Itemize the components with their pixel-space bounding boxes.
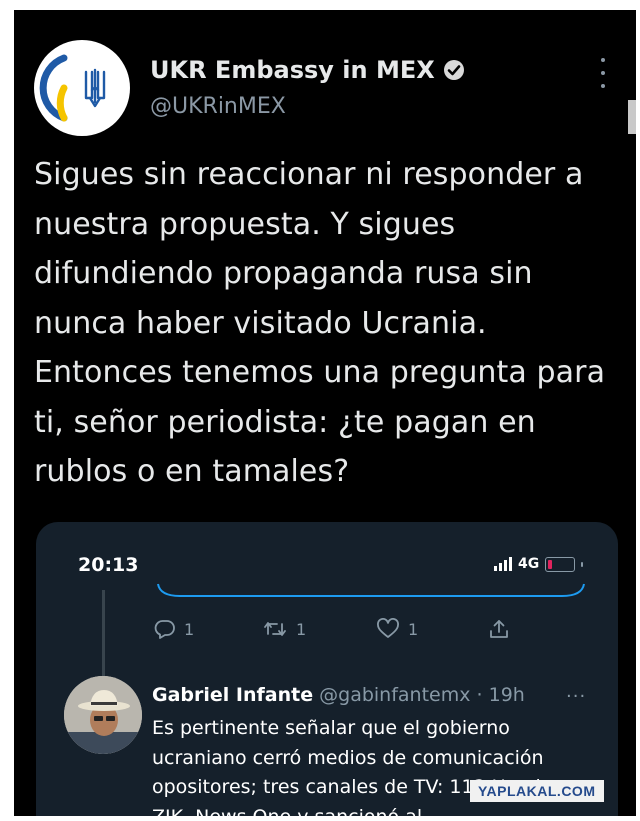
action-bar: 1 1 1 xyxy=(154,618,514,648)
share-icon xyxy=(490,620,508,638)
embedded-screenshot[interactable]: 20:13 4G 1 1 1 Gabriel Infante @gabinfan… xyxy=(36,522,618,816)
account-handle[interactable]: @UKRinMEX xyxy=(150,94,286,119)
display-name-row[interactable]: UKR Embassy in MEX xyxy=(150,56,465,84)
battery-icon xyxy=(545,556,576,572)
signal-icon xyxy=(494,557,512,571)
like-action[interactable]: 1 xyxy=(376,618,418,640)
verified-badge-icon xyxy=(443,60,464,80)
thread-line xyxy=(102,590,105,678)
status-time: 20:13 xyxy=(78,554,139,576)
site-watermark: YAPLAKAL.COM xyxy=(470,780,604,802)
ukraine-emblem-icon xyxy=(39,54,106,122)
retweet-count: 1 xyxy=(296,619,307,639)
status-indicators: 4G xyxy=(494,556,584,572)
tweet-screenshot-frame: UKR Embassy in MEX @UKRinMEX Sigues sin … xyxy=(14,10,636,816)
account-avatar[interactable] xyxy=(34,40,130,136)
tweet-text: Sigues sin reaccionar ni responder a nue… xyxy=(34,157,606,489)
retweet-action[interactable]: 1 xyxy=(262,618,306,640)
network-type: 4G xyxy=(518,556,540,572)
like-count: 1 xyxy=(408,619,419,639)
reply-author-avatar[interactable] xyxy=(64,676,142,754)
reply-author-meta: @gabinfantemx · 19h xyxy=(319,684,525,706)
reply-more-icon[interactable]: ··· xyxy=(566,686,586,707)
reply-icon xyxy=(154,620,175,639)
display-name: UKR Embassy in MEX xyxy=(150,56,435,84)
reply-count: 1 xyxy=(184,619,195,639)
media-card-edge xyxy=(157,583,585,597)
retweet-icon xyxy=(264,622,286,636)
reply-action[interactable]: 1 xyxy=(154,618,194,640)
reply-header: Gabriel Infante @gabinfantemx · 19h xyxy=(152,684,525,706)
scrollbar-thumb[interactable] xyxy=(628,100,636,134)
reply-author-name[interactable]: Gabriel Infante xyxy=(152,684,313,706)
like-icon xyxy=(377,618,399,638)
person-with-hat-avatar xyxy=(64,676,142,754)
share-action[interactable] xyxy=(488,618,510,640)
more-vertical-icon[interactable] xyxy=(594,58,612,88)
